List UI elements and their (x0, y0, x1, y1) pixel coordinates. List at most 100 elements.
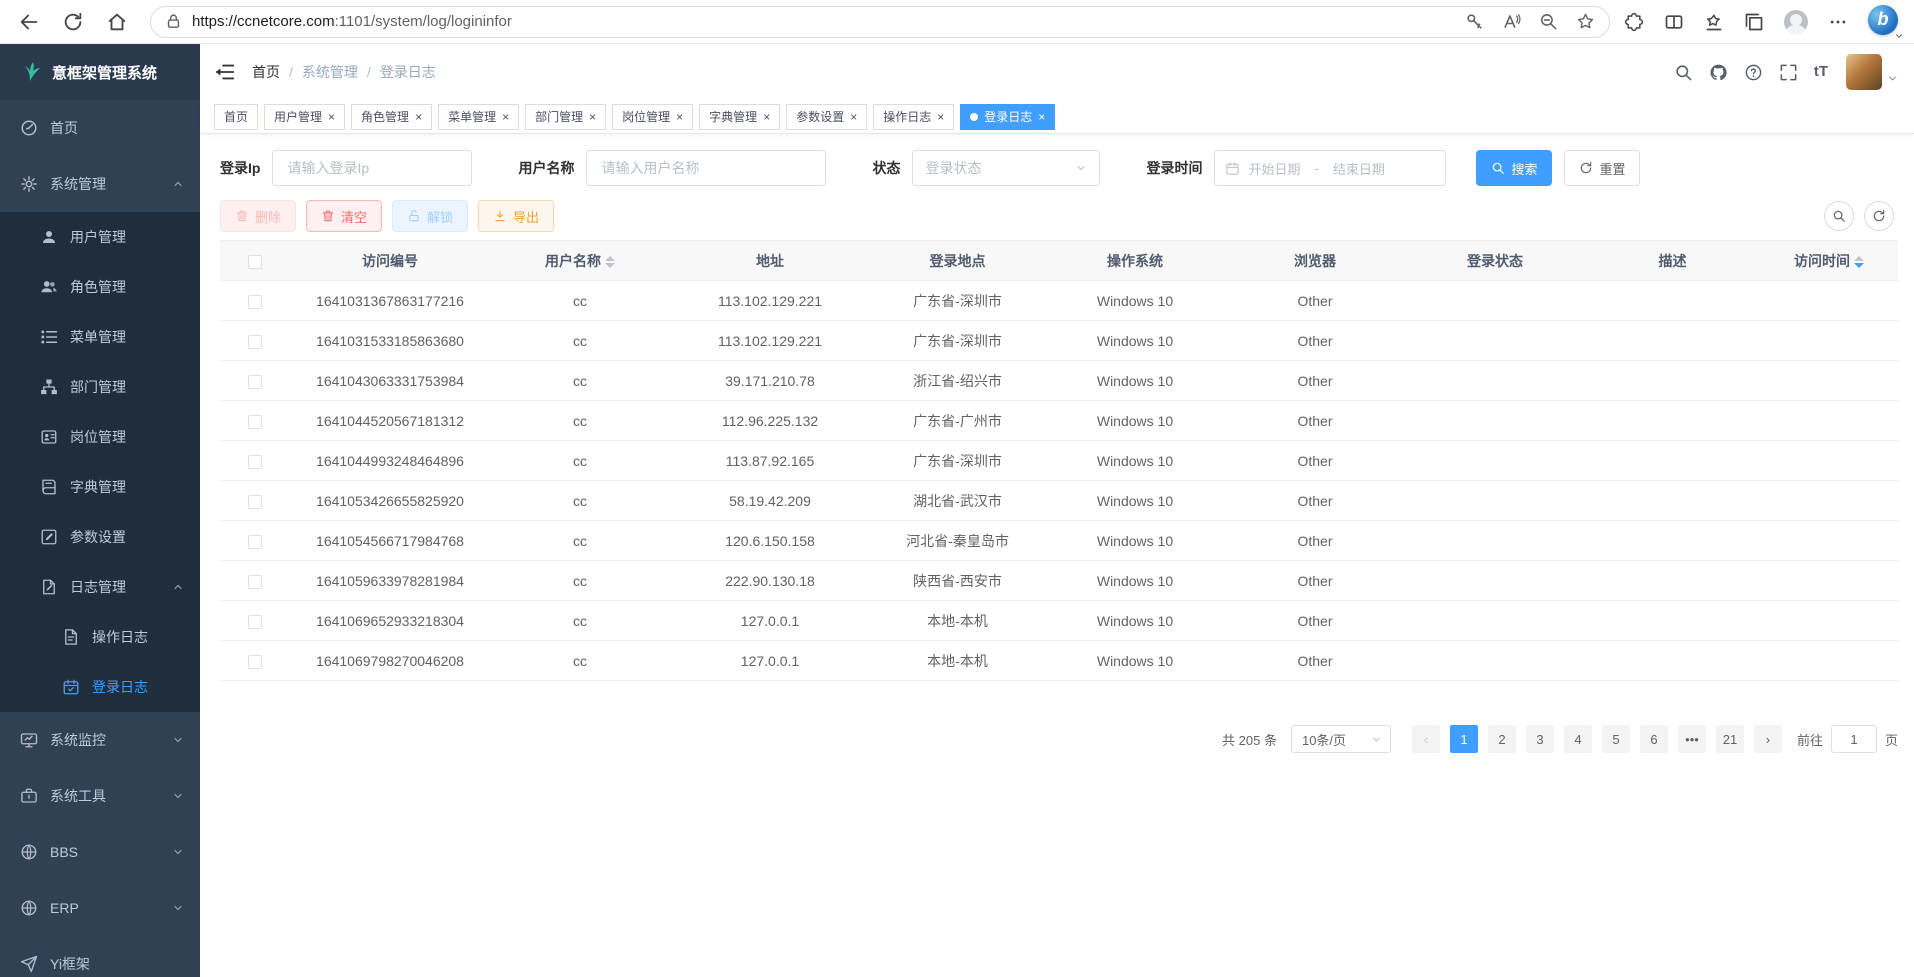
tag-tab[interactable]: 用户管理 × (264, 104, 345, 130)
row-checkbox[interactable] (248, 415, 262, 429)
date-range-picker[interactable]: 开始日期 - 结束日期 (1214, 150, 1446, 186)
column-header[interactable]: 访问编号 (290, 241, 490, 281)
sort-carets-icon[interactable] (1854, 256, 1864, 268)
page-button[interactable]: 1 (1450, 725, 1478, 753)
address-bar[interactable]: https://ccnetcore.com:1101/system/log/lo… (150, 6, 1610, 38)
table-row[interactable]: 1641031533185863680 cc 113.102.129.221 广… (220, 321, 1898, 361)
page-button[interactable]: ‹ (1412, 725, 1440, 753)
sidebar-item[interactable]: BBS (0, 824, 200, 880)
sidebar-item[interactable]: 用户管理 (0, 212, 200, 262)
table-row[interactable]: 1641043063331753984 cc 39.171.210.78 浙江省… (220, 361, 1898, 401)
row-checkbox[interactable] (248, 615, 262, 629)
extensions-icon[interactable] (1624, 12, 1644, 32)
favorites-bar-icon[interactable] (1704, 12, 1724, 32)
table-row[interactable]: 1641044520567181312 cc 112.96.225.132 广东… (220, 401, 1898, 441)
column-header[interactable]: 描述 (1585, 241, 1760, 281)
fullscreen-icon[interactable] (1779, 63, 1798, 82)
lock-icon[interactable] (165, 13, 182, 30)
collections-icon[interactable] (1744, 12, 1764, 32)
page-button[interactable]: 6 (1640, 725, 1668, 753)
page-button[interactable]: 5 (1602, 725, 1630, 753)
sidebar-item[interactable]: 登录日志 (0, 662, 200, 712)
favorite-add-icon[interactable] (1576, 12, 1595, 31)
row-checkbox[interactable] (248, 575, 262, 589)
sidebar-item[interactable]: 参数设置 (0, 512, 200, 562)
unlock-button[interactable]: 解锁 (392, 200, 468, 232)
row-checkbox[interactable] (248, 495, 262, 509)
column-header[interactable]: 访问时间 (1760, 241, 1898, 281)
table-row[interactable]: 1641031367863177216 cc 113.102.129.221 广… (220, 281, 1898, 321)
row-checkbox[interactable] (248, 455, 262, 469)
status-select[interactable]: 登录状态 (912, 150, 1100, 186)
user-avatar[interactable] (1846, 54, 1882, 90)
table-row[interactable]: 1641059633978281984 cc 222.90.130.18 陕西省… (220, 561, 1898, 601)
delete-button[interactable]: 删除 (220, 200, 296, 232)
tag-tab[interactable]: 岗位管理 × (612, 104, 693, 130)
read-aloud-icon[interactable] (1502, 12, 1521, 31)
help-icon[interactable] (1744, 63, 1763, 82)
browser-menu-icon[interactable] (1828, 12, 1848, 32)
key-icon[interactable] (1465, 12, 1484, 31)
reset-button[interactable]: 重置 (1564, 150, 1640, 186)
sidebar-item[interactable]: Yi框架 (0, 936, 200, 977)
tag-tab[interactable]: 首页 × (214, 104, 258, 130)
page-button[interactable]: 3 (1526, 725, 1554, 753)
column-header[interactable]: 操作系统 (1045, 241, 1225, 281)
clear-button[interactable]: 清空 (306, 200, 382, 232)
column-header[interactable]: 登录状态 (1405, 241, 1585, 281)
table-row[interactable]: 1641044993248464896 cc 113.87.92.165 广东省… (220, 441, 1898, 481)
search-icon[interactable] (1674, 63, 1693, 82)
end-date-placeholder[interactable]: 结束日期 (1333, 159, 1385, 178)
sidebar-item[interactable]: 角色管理 (0, 262, 200, 312)
goto-page-input[interactable] (1831, 725, 1877, 753)
page-button[interactable]: 21 (1716, 725, 1744, 753)
split-screen-icon[interactable] (1664, 12, 1684, 32)
table-row[interactable]: 1641054566717984768 cc 120.6.150.158 河北省… (220, 521, 1898, 561)
start-date-placeholder[interactable]: 开始日期 (1248, 159, 1300, 178)
close-icon[interactable]: × (763, 111, 770, 123)
page-button[interactable]: 4 (1564, 725, 1592, 753)
close-icon[interactable]: × (937, 111, 944, 123)
back-icon[interactable] (18, 11, 40, 33)
refresh-icon[interactable] (62, 11, 84, 33)
url-text[interactable]: https://ccnetcore.com:1101/system/log/lo… (192, 13, 1465, 30)
table-row[interactable]: 1641053426655825920 cc 58.19.42.209 湖北省-… (220, 481, 1898, 521)
tag-tab[interactable]: 字典管理 × (699, 104, 780, 130)
refresh-table-button[interactable] (1864, 201, 1894, 231)
sidebar-item[interactable]: 日志管理 (0, 562, 200, 612)
row-checkbox[interactable] (248, 375, 262, 389)
sidebar-item[interactable]: 系统工具 (0, 768, 200, 824)
github-icon[interactable] (1709, 63, 1728, 82)
user-name-input[interactable] (586, 150, 826, 186)
table-row[interactable]: 1641069652933218304 cc 127.0.0.1 本地-本机 W… (220, 601, 1898, 641)
close-icon[interactable]: × (328, 111, 335, 123)
login-ip-input[interactable] (272, 150, 472, 186)
sidebar-item[interactable]: ERP (0, 880, 200, 936)
close-icon[interactable]: × (1038, 111, 1045, 123)
close-icon[interactable]: × (850, 111, 857, 123)
home-icon[interactable] (106, 11, 128, 33)
chevron-down-icon[interactable] (1887, 73, 1898, 84)
close-icon[interactable]: × (415, 111, 422, 123)
export-button[interactable]: 导出 (478, 200, 554, 232)
page-button[interactable]: 2 (1488, 725, 1516, 753)
close-icon[interactable]: × (589, 111, 596, 123)
search-button[interactable]: 搜索 (1476, 150, 1552, 186)
sidebar-item[interactable]: 系统监控 (0, 712, 200, 768)
page-button[interactable]: › (1754, 725, 1782, 753)
row-checkbox[interactable] (248, 295, 262, 309)
sidebar-item[interactable]: 系统管理 (0, 156, 200, 212)
sidebar-item[interactable]: 岗位管理 (0, 412, 200, 462)
zoom-out-icon[interactable] (1539, 12, 1558, 31)
tag-tab[interactable]: 参数设置 × (786, 104, 867, 130)
page-button[interactable]: ••• (1678, 725, 1706, 753)
sidebar-item[interactable]: 菜单管理 (0, 312, 200, 362)
row-checkbox[interactable] (248, 655, 262, 669)
sort-carets-icon[interactable] (605, 256, 615, 268)
sidebar-item[interactable]: 部门管理 (0, 362, 200, 412)
sidebar-item[interactable]: 首页 (0, 100, 200, 156)
tag-tab[interactable]: 操作日志 × (873, 104, 954, 130)
tag-tab[interactable]: 菜单管理 × (438, 104, 519, 130)
collapse-sidebar-icon[interactable] (214, 61, 236, 83)
tag-tab[interactable]: 角色管理 × (351, 104, 432, 130)
